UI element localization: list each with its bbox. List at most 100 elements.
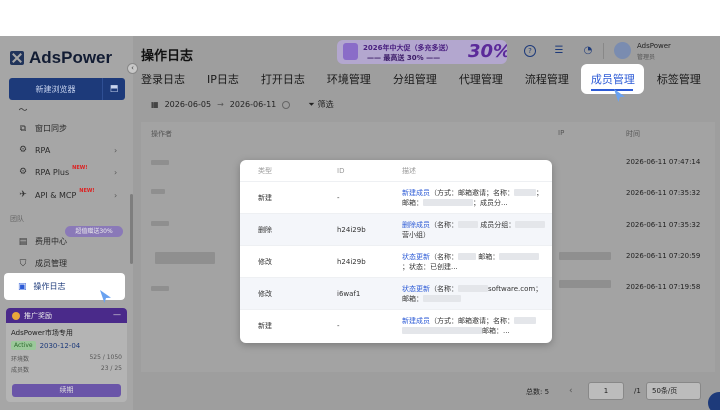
tab-profile-management[interactable]: 环境管理 <box>327 71 371 87</box>
action-link[interactable]: 状态更新 <box>402 253 430 261</box>
stat-value: 525 / 1050 <box>89 354 122 361</box>
action-link[interactable]: 新建成员 <box>402 317 430 325</box>
sidebar-item-label: 操作日志 <box>33 282 66 291</box>
filter-label: 筛选 <box>317 100 334 109</box>
table-row[interactable]: 删除 h24i29b 删除成员（名称： 成员分组： 营小组） <box>240 213 552 245</box>
total-count: 总数: 5 <box>526 388 550 396</box>
chevron-right-icon: › <box>114 167 118 177</box>
tab-ip-log[interactable]: IP日志 <box>207 71 239 87</box>
description-text: 邮箱： <box>476 252 500 261</box>
redacted-text <box>514 189 536 196</box>
description-text: 营小组） <box>402 230 430 239</box>
collapse-sidebar-icon[interactable]: ‹ <box>127 63 138 74</box>
redacted-text <box>458 285 488 292</box>
import-icon[interactable]: ⬒ <box>103 84 125 94</box>
redacted-text <box>423 199 473 206</box>
time-cell: 2026-06-11 07:47:14 <box>626 158 701 166</box>
chevron-right-icon: › <box>114 190 118 200</box>
table-row[interactable]: 修改 i6waf1 状态更新（名称： software.com；邮箱： <box>240 277 552 309</box>
stat-label: 成员数 <box>11 367 30 374</box>
avatar[interactable] <box>614 42 631 59</box>
sidebar-item-extensions[interactable]: 〜 <box>18 106 28 116</box>
clock-icon[interactable] <box>282 100 291 109</box>
plan-status: Active 2030-12-04 <box>6 338 127 353</box>
column-header-id: ID <box>337 166 345 175</box>
sidebar-item-label: API & MCP <box>35 190 77 200</box>
blurred-cell <box>151 221 169 226</box>
date-end[interactable]: 2026-06-11 <box>230 100 277 109</box>
action-link[interactable]: 删除成员 <box>402 221 430 229</box>
renew-button[interactable]: 续期 <box>12 384 121 397</box>
user-name[interactable]: AdsPower <box>637 42 671 50</box>
tab-proxy-management[interactable]: 代理管理 <box>459 71 503 87</box>
type-cell: 删除 <box>258 225 272 234</box>
description-text: 邮箱：... <box>482 326 510 335</box>
column-header-operator: 操作者 <box>151 130 172 138</box>
time-cell: 2026-06-11 07:35:32 <box>626 189 701 197</box>
filter-button[interactable]: ⏷ 筛选 <box>308 99 333 110</box>
promo-pill[interactable]: 超值赠送30% <box>65 226 123 237</box>
chat-support-icon[interactable] <box>708 392 720 410</box>
filter-icon: ⏷ <box>308 99 315 109</box>
description-text: （名称： <box>430 220 458 229</box>
active-badge: Active <box>11 341 36 350</box>
stat-members: 成员数 23 / 25 <box>6 364 127 375</box>
date-separator: → <box>217 100 224 109</box>
sidebar-item-sync[interactable]: ⧉ 窗口同步 <box>18 123 67 134</box>
popup-header-row: 类型 ID 描述 <box>240 160 552 181</box>
table-row[interactable]: 修改 h24i29b 状态更新（名称： 邮箱： ；状态：已创建... <box>240 245 552 277</box>
list-icon[interactable]: ☰ <box>553 45 565 57</box>
banner-percent: 30% <box>468 41 507 62</box>
tab-tag-management[interactable]: 标签管理 <box>657 71 701 87</box>
tab-member-management[interactable]: 成员管理 <box>580 64 644 94</box>
id-cell: - <box>337 321 340 330</box>
billing-icon: ▤ <box>18 236 28 247</box>
sidebar-item-api[interactable]: ✈ API & MCP NEW! › <box>18 188 117 200</box>
column-header-time: 时间 <box>626 130 640 138</box>
sidebar-item-billing[interactable]: ▤ 费用中心 <box>18 236 67 247</box>
header-divider <box>603 43 604 59</box>
chevron-right-icon: › <box>114 145 118 155</box>
description-text: （方式：邮箱邀请；名称： <box>430 188 514 197</box>
rpa-icon: ⚙ <box>18 145 28 155</box>
sidebar-item-label: 窗口同步 <box>35 124 67 133</box>
description-text: ；成员分... <box>473 198 508 207</box>
type-cell: 新建 <box>258 321 272 330</box>
promo-banner[interactable]: 2026年中大促（多充多送） —— 最高送 30% —— 30% <box>337 40 507 64</box>
action-link[interactable]: 新建成员 <box>402 189 430 197</box>
sidebar-item-rpa-plus[interactable]: ⚙ RPA Plus NEW! › <box>18 165 117 177</box>
promo-card: 推广奖励 — AdsPower市场专用 Active 2030-12-04 环境… <box>6 308 127 402</box>
type-cell: 修改 <box>258 289 272 298</box>
tab-open-log[interactable]: 打开日志 <box>261 71 305 87</box>
redacted-text <box>514 317 536 324</box>
blurred-cell <box>151 189 165 194</box>
bell-icon[interactable]: ◔ <box>582 45 594 57</box>
page-size-select[interactable]: 50条/页 <box>646 382 701 400</box>
date-start[interactable]: 2026-06-05 <box>165 100 212 109</box>
sidebar-item-label: 成员管理 <box>35 259 67 268</box>
description-cell: 新建成员（方式：邮箱邀请；名称： ；邮箱： ；成员分... <box>402 188 552 208</box>
sync-icon: ⧉ <box>19 123 27 134</box>
help-icon[interactable]: ? <box>524 45 536 57</box>
sidebar-item-members[interactable]: ⛉ 成员管理 <box>18 258 67 269</box>
table-row[interactable]: 新建 - 新建成员（方式：邮箱邀请；名称： ；邮箱： ；成员分... <box>240 181 552 213</box>
id-cell: h24i29b <box>337 257 366 266</box>
tab-login-log[interactable]: 登录日志 <box>141 71 185 87</box>
blurred-cell <box>559 280 611 288</box>
prev-page-icon[interactable]: ‹ <box>569 386 573 396</box>
minimize-icon[interactable]: — <box>113 310 121 319</box>
description-cell: 删除成员（名称： 成员分组： 营小组） <box>402 220 552 240</box>
new-browser-button[interactable]: 新建浏览器 ⬒ <box>9 78 125 100</box>
api-icon: ✈ <box>19 190 27 200</box>
action-link[interactable]: 状态更新 <box>402 285 430 293</box>
description-text: 成员分组： <box>478 220 516 229</box>
sidebar-item-rpa[interactable]: ⚙ RPA › <box>18 145 117 155</box>
tab-workflow-management[interactable]: 流程管理 <box>525 71 569 87</box>
tab-group-management[interactable]: 分组管理 <box>393 71 437 87</box>
sidebar-scrollbar[interactable] <box>130 194 133 264</box>
new-badge: NEW! <box>72 165 88 171</box>
redacted-text <box>402 327 482 334</box>
table-row[interactable]: 新建 - 新建成员（方式：邮箱邀请；名称：邮箱：... <box>240 309 552 341</box>
sidebar-item-label: RPA <box>35 145 51 155</box>
page-input[interactable]: 1 <box>588 382 624 400</box>
